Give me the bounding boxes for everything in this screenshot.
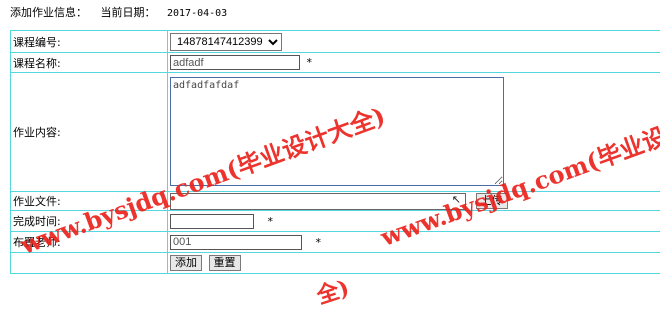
current-date-label: 当前日期： bbox=[101, 6, 156, 19]
deadline-input[interactable] bbox=[170, 214, 254, 229]
content-textarea[interactable]: adfadfafdaf bbox=[170, 77, 504, 186]
content-row: 作业内容: adfadfafdaf bbox=[11, 73, 660, 192]
actions-row: 添加 重置 bbox=[11, 253, 660, 274]
required-mark: * bbox=[268, 215, 274, 228]
current-date-value: 2017-04-03 bbox=[167, 8, 227, 19]
add-button[interactable]: 添加 bbox=[170, 255, 202, 271]
file-label: 作业文件: bbox=[11, 192, 168, 211]
reset-button[interactable]: 重置 bbox=[209, 255, 241, 271]
course-no-row: 课程编号: 14878147412399 bbox=[11, 31, 660, 53]
course-name-label: 课程名称: bbox=[11, 53, 168, 73]
teacher-input[interactable] bbox=[170, 235, 302, 250]
required-mark: * bbox=[307, 56, 313, 69]
page-title: 添加作业信息： bbox=[10, 6, 87, 19]
watermark-text: 全) bbox=[312, 270, 353, 310]
required-mark: * bbox=[316, 236, 322, 249]
deadline-row: 完成时间: * bbox=[11, 211, 660, 232]
actions-label-cell bbox=[11, 253, 168, 274]
upload-button[interactable]: 上传 bbox=[476, 193, 508, 209]
teacher-label: 布置老师: bbox=[11, 232, 168, 253]
deadline-label: 完成时间: bbox=[11, 211, 168, 232]
pointer-cursor-icon: ↖ bbox=[452, 193, 461, 206]
course-name-input[interactable] bbox=[170, 55, 300, 70]
course-name-row: 课程名称: * bbox=[11, 53, 660, 73]
homework-form-table: 课程编号: 14878147412399 课程名称: * 作业内容: adfad… bbox=[10, 30, 660, 274]
teacher-row: 布置老师: * bbox=[11, 232, 660, 253]
course-no-select[interactable]: 14878147412399 bbox=[170, 33, 282, 51]
page-header: 添加作业信息： 当前日期： 2017-04-03 bbox=[10, 6, 227, 20]
file-path-input[interactable]: ↖ bbox=[170, 193, 466, 210]
content-label: 作业内容: bbox=[11, 73, 168, 192]
file-row: 作业文件: ↖ 上传 bbox=[11, 192, 660, 211]
course-no-label: 课程编号: bbox=[11, 31, 168, 53]
